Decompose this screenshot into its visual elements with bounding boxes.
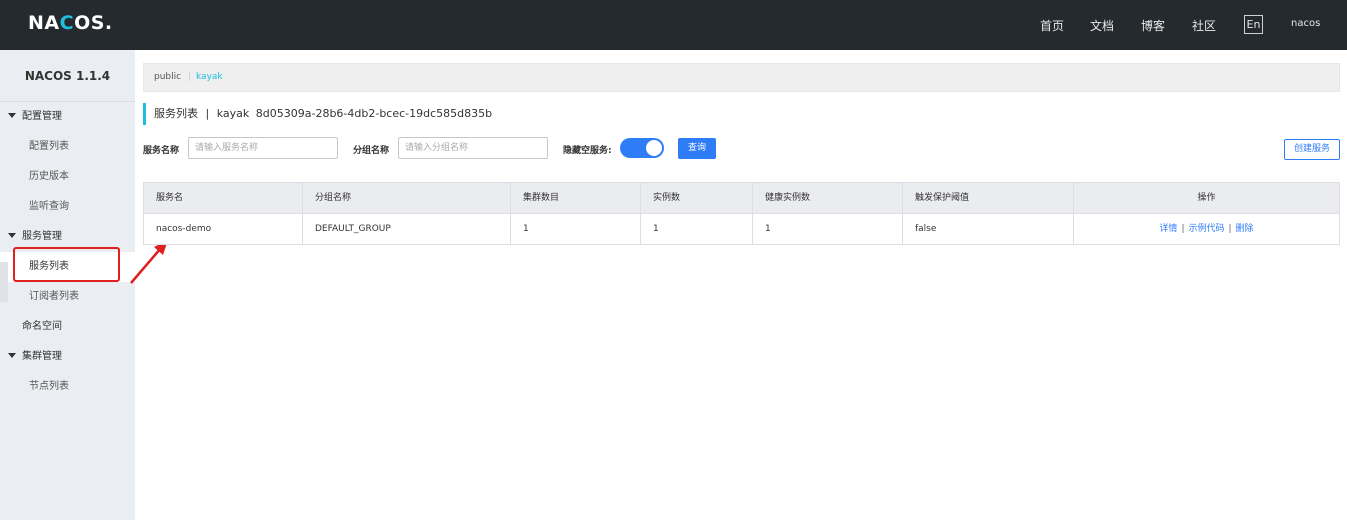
menu-item-namespace[interactable]: 命名空间	[0, 312, 135, 342]
column-header-group: 分组名称	[302, 183, 510, 213]
service-name-label: 服务名称	[143, 146, 180, 156]
user-name[interactable]: nacos	[1291, 18, 1320, 29]
nav-docs[interactable]: 文档	[1090, 17, 1114, 34]
column-header-healthy: 健康实例数	[752, 183, 902, 213]
group-name-label: 分组名称	[353, 146, 390, 156]
column-header-ops: 操作	[1073, 183, 1339, 213]
column-header-instances: 实例数	[640, 183, 752, 213]
cell-group-name: DEFAULT_GROUP	[302, 214, 510, 244]
caret-down-icon	[8, 353, 16, 358]
delete-link[interactable]: 删除	[1236, 224, 1254, 234]
cell-protect-threshold: false	[902, 214, 1073, 244]
annotation-arrow-icon	[130, 240, 168, 284]
service-name-input[interactable]: 请输入服务名称	[188, 137, 338, 159]
sidebar: NACOS 1.1.4 配置管理 配置列表 历史版本 监听查询 服务管理 服务列…	[0, 50, 135, 520]
menu-item-listener-query[interactable]: 监听查询	[0, 192, 135, 222]
caret-down-icon	[8, 113, 16, 118]
table-row: nacos-demo DEFAULT_GROUP 1 1 1 false 详情 |…	[144, 214, 1339, 244]
cell-instances: 1	[640, 214, 752, 244]
page-title: 服务列表 | kayak 8d05309a-28b6-4db2-bcec-19d…	[143, 103, 492, 125]
cell-operations: 详情 | 示例代码 | 删除	[1073, 214, 1339, 244]
nav-blog[interactable]: 博客	[1141, 17, 1165, 34]
sidebar-collapse-handle[interactable]	[0, 262, 8, 302]
namespace-separator: |	[188, 72, 192, 82]
query-button[interactable]: 查询	[678, 138, 716, 159]
top-header: NACOS. 首页 文档 博客 社区 En nacos	[0, 0, 1347, 50]
menu-group-config[interactable]: 配置管理	[0, 102, 135, 132]
annotation-highlight-box	[13, 247, 120, 282]
service-table: 服务名 分组名称 集群数目 实例数 健康实例数 触发保护阈值 操作 nacos-…	[143, 182, 1340, 245]
cell-healthy: 1	[752, 214, 902, 244]
menu-item-node-list[interactable]: 节点列表	[0, 372, 135, 402]
cell-clusters: 1	[510, 214, 640, 244]
menu-item-config-list[interactable]: 配置列表	[0, 132, 135, 162]
column-header-service: 服务名	[156, 193, 184, 203]
version-label: NACOS 1.1.4	[0, 50, 135, 102]
menu-group-cluster[interactable]: 集群管理	[0, 342, 135, 372]
menu-item-history[interactable]: 历史版本	[0, 162, 135, 192]
namespace-public[interactable]: public	[154, 72, 181, 82]
table-header: 服务名 分组名称 集群数目 实例数 健康实例数 触发保护阈值 操作	[144, 183, 1339, 214]
hide-empty-toggle[interactable]	[620, 138, 664, 158]
column-header-clusters: 集群数目	[510, 183, 640, 213]
create-service-button[interactable]: 创建服务	[1284, 139, 1340, 160]
hide-empty-label: 隐藏空服务:	[563, 146, 612, 156]
group-name-input[interactable]: 请输入分组名称	[398, 137, 548, 159]
ops-separator: |	[1228, 224, 1232, 234]
ops-separator: |	[1181, 224, 1185, 234]
toggle-knob	[646, 140, 662, 156]
menu-item-subscriber-list[interactable]: 订阅者列表	[0, 282, 135, 312]
column-header-protect: 触发保护阈值	[902, 183, 1073, 213]
nacos-logo[interactable]: NACOS.	[28, 12, 113, 34]
sample-code-link[interactable]: 示例代码	[1188, 224, 1224, 234]
detail-link[interactable]: 详情	[1159, 224, 1177, 234]
namespace-kayak[interactable]: kayak	[196, 72, 223, 82]
caret-down-icon	[8, 233, 16, 238]
namespace-bar: public | kayak	[143, 63, 1340, 92]
cell-service-name: nacos-demo	[156, 224, 212, 234]
nav-home[interactable]: 首页	[1040, 17, 1064, 34]
language-switch[interactable]: En	[1244, 15, 1263, 34]
nav-community[interactable]: 社区	[1192, 17, 1216, 34]
